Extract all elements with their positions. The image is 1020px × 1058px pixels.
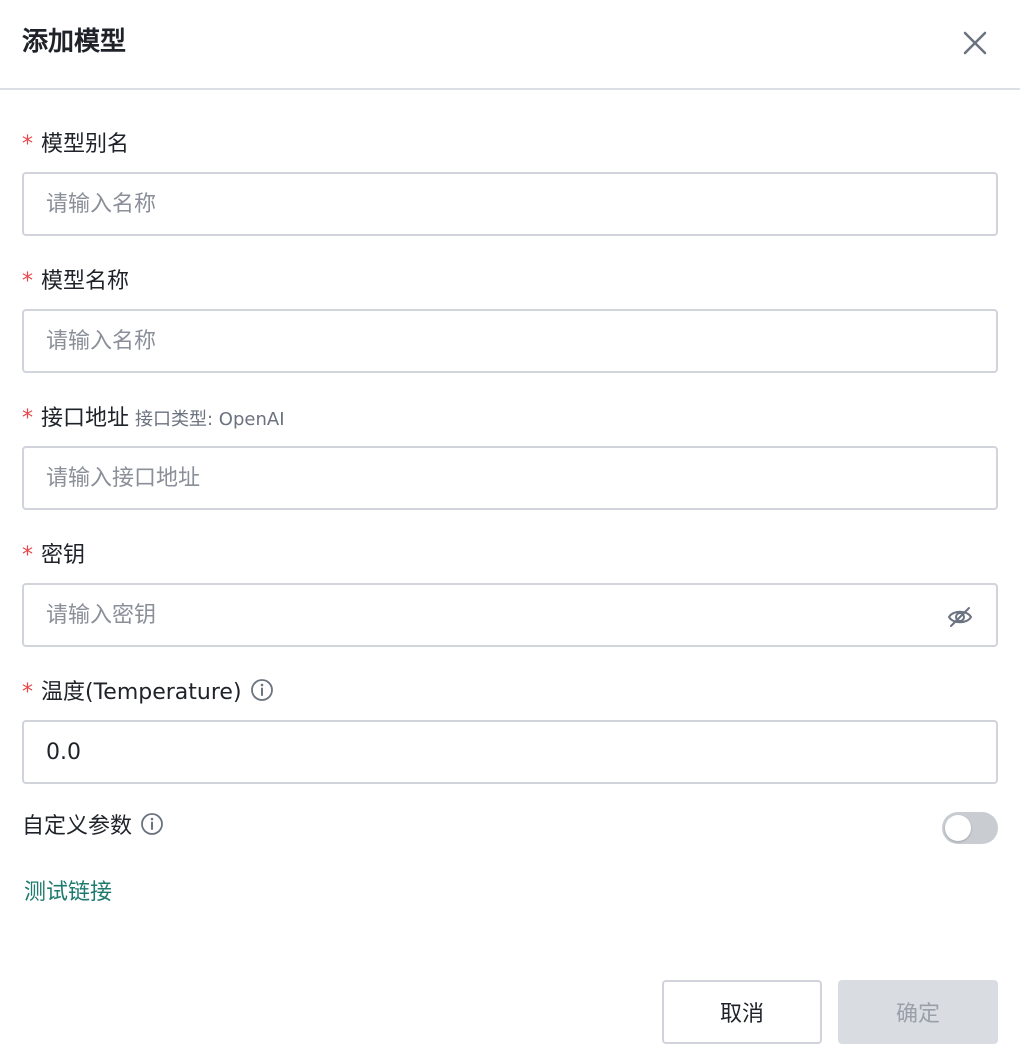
- custom-params-label-text: 自定义参数: [22, 814, 133, 839]
- confirm-button[interactable]: 确定: [838, 980, 998, 1044]
- custom-params-row: 自定义参数: [22, 812, 998, 846]
- required-mark: *: [22, 406, 33, 431]
- endpoint-label-text: 接口地址: [41, 406, 130, 431]
- custom-params-label: 自定义参数: [22, 812, 164, 845]
- model-name-input[interactable]: [24, 311, 996, 371]
- endpoint-input[interactable]: [24, 448, 996, 508]
- eye-off-icon[interactable]: [946, 603, 974, 631]
- alias-label-text: 模型别名: [41, 132, 130, 157]
- info-icon[interactable]: [250, 678, 274, 711]
- endpoint-type-hint: 接口类型: OpenAI: [135, 409, 285, 430]
- alias-input[interactable]: [24, 174, 996, 234]
- required-mark: *: [22, 680, 33, 705]
- key-label: * 密钥: [22, 541, 85, 571]
- key-input[interactable]: [24, 585, 996, 645]
- key-input-wrapper: [22, 583, 998, 647]
- dialog-header: 添加模型: [0, 0, 1020, 90]
- temperature-label: * 温度(Temperature): [22, 678, 274, 711]
- add-model-dialog: 添加模型 * 模型别名 * 模型名称 * 接口地址接口类型: OpenAI * 密钥: [0, 0, 1020, 1058]
- custom-params-toggle[interactable]: [942, 812, 998, 844]
- required-mark: *: [22, 269, 33, 294]
- info-icon[interactable]: [140, 812, 164, 845]
- temperature-label-text: 温度(Temperature): [41, 680, 242, 705]
- model-name-label-text: 模型名称: [41, 269, 130, 294]
- endpoint-label: * 接口地址 接口类型: OpenAI: [22, 404, 285, 435]
- toggle-knob: [945, 815, 971, 841]
- required-mark: *: [22, 132, 33, 157]
- alias-input-wrapper: [22, 172, 998, 236]
- model-name-label: * 模型名称: [22, 267, 129, 297]
- key-label-text: 密钥: [41, 543, 86, 568]
- test-connection-link[interactable]: 测试链接: [24, 878, 112, 908]
- alias-label: * 模型别名: [22, 130, 129, 160]
- model-name-input-wrapper: [22, 309, 998, 373]
- required-mark: *: [22, 543, 33, 568]
- endpoint-input-wrapper: [22, 446, 998, 510]
- dialog-title: 添加模型: [22, 27, 127, 57]
- temperature-input[interactable]: [24, 722, 996, 782]
- close-icon[interactable]: [958, 26, 992, 60]
- temperature-input-wrapper: [22, 720, 998, 784]
- cancel-button[interactable]: 取消: [662, 980, 822, 1044]
